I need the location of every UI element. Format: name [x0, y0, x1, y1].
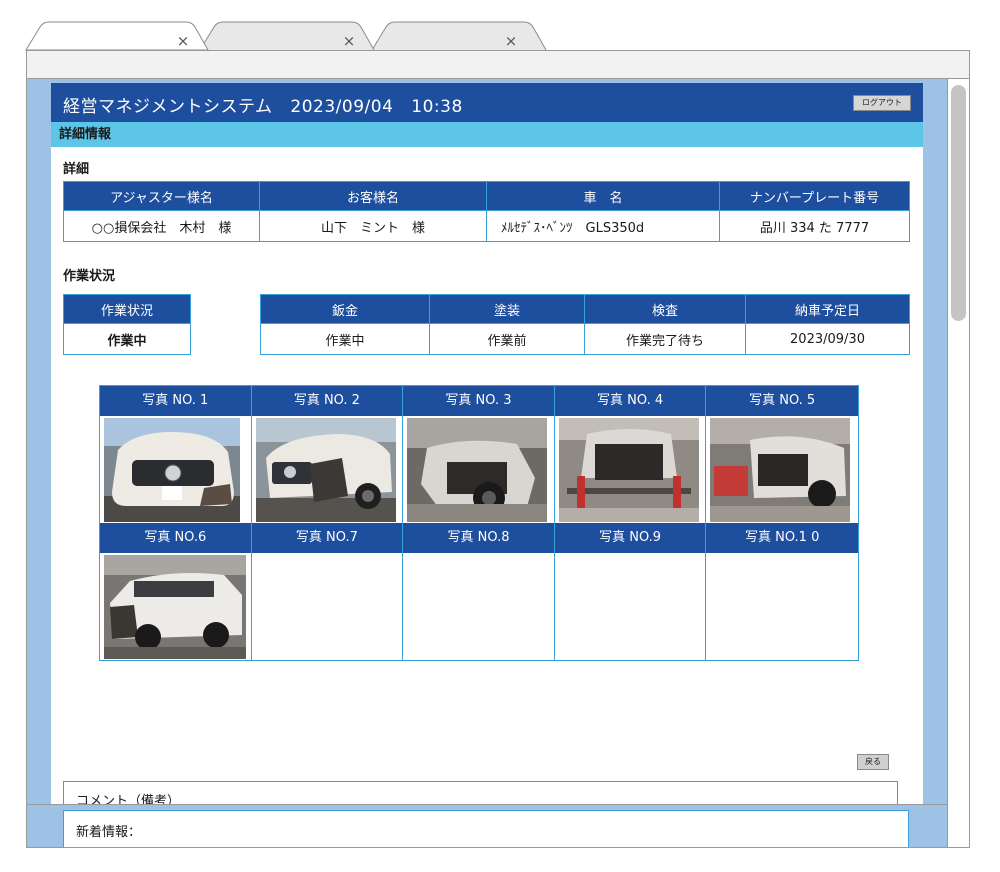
tab-close-icon[interactable]: × [502, 32, 520, 50]
column-header-inspection: 検査 [584, 294, 746, 324]
current-time: 10:38 [411, 97, 463, 117]
column-header-plate: ナンバープレート番号 [719, 181, 910, 211]
car-lift-repair-photo [558, 418, 699, 522]
empty-photo [554, 553, 706, 660]
car-repair-shop-photo [407, 418, 548, 522]
vehicle-name: ﾒﾙｾﾃﾞｽ･ﾍﾞﾝﾂ GLS350d [486, 210, 720, 242]
photo-slot-5[interactable]: 写真 NO. 5 [706, 386, 858, 523]
adjuster-name: ○○損保会社 木村 様 [63, 210, 260, 242]
table-row: ○○損保会社 木村 様 山下 ミント 様 ﾒﾙｾﾃﾞｽ･ﾍﾞﾝﾂ GLS350d… [63, 210, 910, 242]
browser-tab-strip [25, 21, 547, 51]
table-row: 作業中 作業前 作業完了待ち 2023/09/30 [260, 323, 910, 355]
column-header-sheet-metal: 鈑金 [260, 294, 430, 324]
photo-label: 写真 NO. 4 [554, 386, 706, 416]
status-badge: 作業中 [63, 323, 191, 355]
column-header-vehicle: 車 名 [486, 181, 720, 211]
work-status-section-label: 作業状況 [63, 269, 116, 284]
photo-slot-8[interactable]: 写真 NO.8 [403, 523, 555, 660]
paint-status: 作業前 [429, 323, 585, 355]
process-status-table: 鈑金 塗装 検査 納車予定日 作業中 作業前 作業完了待ち 2023/09/30 [260, 294, 910, 355]
details-table: アジャスター様名 お客様名 車 名 ナンバープレート番号 ○○損保会社 木村 様… [63, 181, 910, 242]
photo-label: 写真 NO. 5 [706, 386, 858, 416]
tab-close-icon[interactable]: × [174, 32, 192, 50]
photo-slot-9[interactable]: 写真 NO.9 [554, 523, 707, 660]
column-header-status: 作業状況 [63, 294, 191, 324]
vertical-scrollbar[interactable] [947, 79, 969, 847]
photo-label: 写真 NO.9 [554, 523, 706, 553]
browser-window: 経営マネジメントシステム 2023/09/04 10:38 ログアウト 詳細情報… [26, 50, 970, 848]
column-header-paint: 塗装 [429, 294, 585, 324]
delivery-date: 2023/09/30 [745, 323, 910, 355]
column-header-adjuster: アジャスター様名 [63, 181, 260, 211]
detail-content: 詳細 アジャスター様名 お客様名 車 名 ナンバープレート番号 ○○損保会社 木… [51, 147, 923, 847]
app-title: 経営マネジメントシステム 2023/09/04 10:38 [63, 92, 475, 117]
browser-toolbar [27, 51, 969, 79]
column-header-delivery-date: 納車予定日 [745, 294, 910, 324]
photo-row-1: 写真 NO. 1 写真 NO. 2 写真 NO. 3 写真 NO. 4 写真 N… [100, 386, 858, 523]
empty-photo [706, 553, 858, 660]
photo-label: 写真 NO. 2 [251, 386, 403, 416]
column-header-customer: お客様名 [259, 181, 487, 211]
news-panel: 新着情報： [27, 804, 947, 847]
table-header-row: 鈑金 塗装 検査 納車予定日 [260, 294, 910, 324]
photo-row-2: 写真 NO.6 写真 NO.7 写真 NO.8 写真 NO.9 写真 NO.1 … [100, 523, 858, 660]
news-label: 新着情報： [76, 825, 142, 840]
inspection-status: 作業完了待ち [584, 323, 746, 355]
photo-grid: 写真 NO. 1 写真 NO. 2 写真 NO. 3 写真 NO. 4 写真 N… [99, 385, 859, 661]
photo-label: 写真 NO. 1 [100, 386, 251, 416]
photo-slot-1[interactable]: 写真 NO. 1 [100, 386, 252, 523]
damaged-car-front-photo [104, 418, 240, 522]
photo-label: 写真 NO. 3 [403, 386, 554, 416]
system-name: 経営マネジメントシステム [63, 97, 273, 117]
current-date: 2023/09/04 [290, 97, 394, 117]
sheet-metal-status: 作業中 [260, 323, 430, 355]
back-button[interactable]: 戻る [857, 754, 889, 770]
empty-photo [403, 553, 554, 660]
photo-label: 写真 NO.7 [251, 523, 403, 553]
photo-label: 写真 NO.1 0 [706, 523, 858, 553]
scrollbar-thumb[interactable] [951, 85, 966, 321]
damaged-car-side-photo [255, 418, 396, 522]
app-header: 経営マネジメントシステム 2023/09/04 10:38 ログアウト [51, 83, 923, 122]
photo-slot-2[interactable]: 写真 NO. 2 [251, 386, 404, 523]
photo-slot-6[interactable]: 写真 NO.6 [100, 523, 252, 660]
news-box: 新着情報： [63, 810, 909, 847]
table-header-row: アジャスター様名 お客様名 車 名 ナンバープレート番号 [63, 181, 910, 211]
logout-button[interactable]: ログアウト [853, 95, 911, 111]
plate-number: 品川 334 た 7777 [719, 210, 910, 242]
photo-label: 写真 NO.8 [403, 523, 554, 553]
overall-status-table: 作業状況 作業中 [63, 294, 191, 355]
photo-label: 写真 NO.6 [100, 523, 251, 553]
details-section-label: 詳細 [63, 162, 90, 177]
page-viewport: 経営マネジメントシステム 2023/09/04 10:38 ログアウト 詳細情報… [27, 79, 947, 847]
photo-slot-4[interactable]: 写真 NO. 4 [554, 386, 707, 523]
car-frame-repair-photo [710, 418, 851, 522]
photo-slot-3[interactable]: 写真 NO. 3 [403, 386, 555, 523]
empty-photo [251, 553, 403, 660]
tab-close-icon[interactable]: × [340, 32, 358, 50]
damaged-suv-photo [104, 555, 246, 659]
photo-slot-10[interactable]: 写真 NO.1 0 [706, 523, 858, 660]
page-title: 詳細情報 [51, 122, 923, 147]
photo-slot-7[interactable]: 写真 NO.7 [251, 523, 404, 660]
customer-name: 山下 ミント 様 [259, 210, 487, 242]
